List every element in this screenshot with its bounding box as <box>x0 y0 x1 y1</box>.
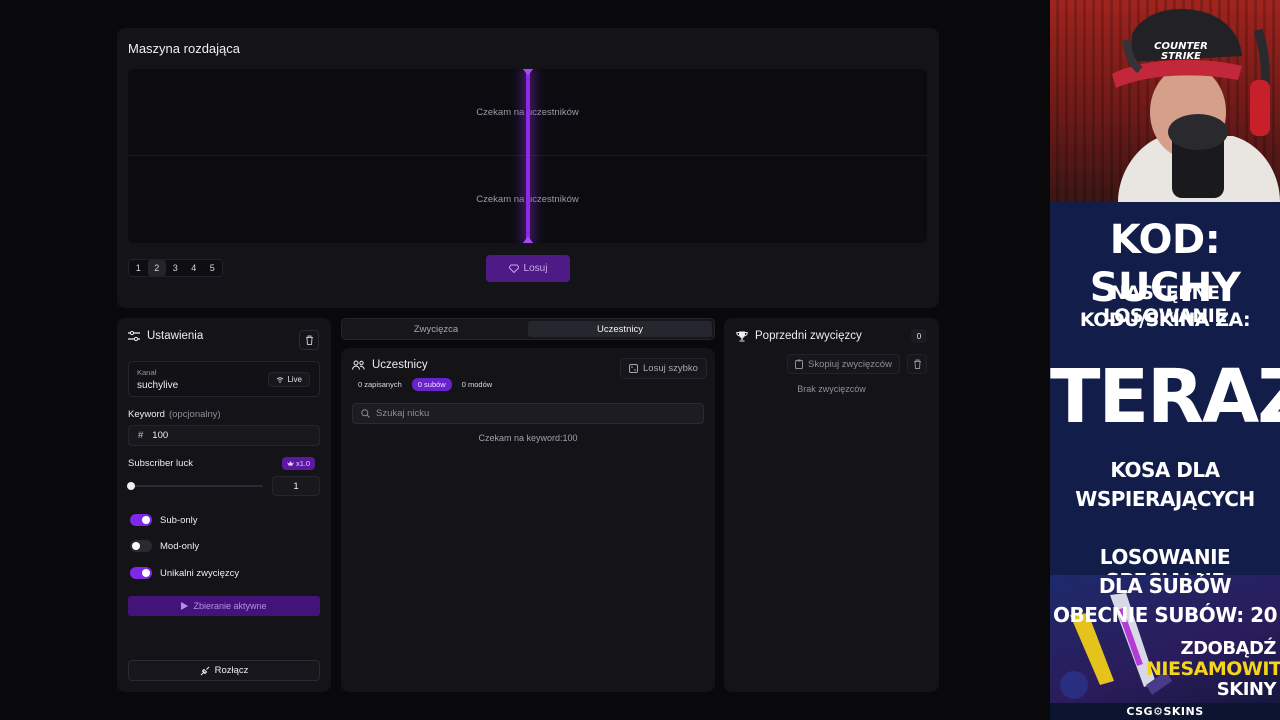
play-icon <box>181 602 189 610</box>
sub-only-label: Sub-only <box>160 514 198 526</box>
next-draw-line2: KODU/SKINA ZA: <box>1079 309 1251 331</box>
machine-title: Maszyna rozdająca <box>128 41 240 56</box>
mod-only-label: Mod-only <box>160 540 200 552</box>
luck-slider-track[interactable] <box>131 485 263 487</box>
trash-icon <box>305 335 313 345</box>
reel-needle <box>526 69 530 243</box>
tab-participants[interactable]: Uczestnicy <box>528 321 712 337</box>
page-button-4[interactable]: 4 <box>185 260 204 276</box>
needle-bottom-icon <box>523 236 533 243</box>
webcam-feed: COUNTER STRIKE <box>1050 0 1280 202</box>
no-winners-text: Brak zwycięzców <box>797 384 866 394</box>
toggle-row-mod-only: Mod-only <box>130 540 199 552</box>
copy-winners-label: Skopiuj zwycięzców <box>808 358 892 370</box>
page: Maszyna rozdająca Czekam na uczestników … <box>0 0 1280 720</box>
collecting-label: Zbieranie aktywne <box>193 601 267 611</box>
keyword-optional-text: (opcjonalny) <box>168 409 221 420</box>
special-draw-line3: OBECNIE SUBÓW: 20 <box>1052 603 1278 627</box>
winners-header: Poprzedni zwycięzcy <box>736 330 862 342</box>
subs-count-badge: 0 subów <box>411 378 452 391</box>
quick-draw-label: Losuj szybko <box>643 363 698 374</box>
search-placeholder: Szukaj nicku <box>376 408 430 419</box>
quick-draw-button[interactable]: Losuj szybko <box>620 358 707 379</box>
disconnect-label: Rozłącz <box>214 665 249 676</box>
center-tabs: Zwycięzca Uczestnicy <box>341 318 715 340</box>
luck-value-input[interactable]: 1 <box>272 476 320 496</box>
winners-title: Poprzedni zwycięzcy <box>755 330 862 342</box>
settings-title: Ustawienia <box>147 330 204 342</box>
luck-label: Subscriber luck <box>128 458 193 469</box>
reel-box: Czekam na uczestników Czekam na uczestni… <box>128 69 927 243</box>
sub-only-toggle[interactable] <box>130 514 152 526</box>
disconnect-button[interactable]: Rozłącz <box>128 660 320 681</box>
winners-count-badge: 0 <box>911 329 927 343</box>
cap-logo: COUNTER STRIKE <box>1154 41 1208 62</box>
draw-button[interactable]: Losuj <box>486 255 570 282</box>
previous-winners-panel: Poprzedni zwycięzcy 0 Skopiuj zwycięzców… <box>724 318 939 692</box>
tab-winner[interactable]: Zwycięzca <box>344 321 528 337</box>
toggle-row-unique-winners: Unikalni zwycięzcy <box>130 567 239 579</box>
participants-panel: Uczestnicy Losuj szybko 0 zapisanych 0 s… <box>341 348 715 692</box>
participants-header: Uczestnicy <box>352 359 428 371</box>
users-icon <box>352 360 365 370</box>
crown-icon <box>287 460 294 466</box>
countdown-text: TERAZ <box>1050 354 1280 440</box>
page-button-1[interactable]: 1 <box>129 260 148 276</box>
special-draw-line2: DLA SUBÓW <box>1098 574 1232 598</box>
waiting-keyword-text: Czekam na keyword:100 <box>478 433 578 443</box>
unique-winners-label: Unikalni zwycięzcy <box>160 567 240 579</box>
saved-count-badge: 0 zapisanych <box>358 380 402 389</box>
page-button-3[interactable]: 3 <box>166 260 185 276</box>
settings-delete-button[interactable] <box>299 330 319 350</box>
diamond-icon <box>508 264 519 273</box>
toggle-row-sub-only: Sub-only <box>130 514 198 526</box>
collecting-active-button[interactable]: Zbieranie aktywne <box>128 596 320 616</box>
nick-search-input[interactable]: Szukaj nicku <box>352 403 704 424</box>
knife-line2: WSPIERAJĄCYCH <box>1075 487 1255 511</box>
unplug-icon <box>200 666 209 675</box>
page-button-5[interactable]: 5 <box>203 260 222 276</box>
live-button[interactable]: Live <box>268 372 310 387</box>
keyword-label-text: Keyword <box>128 409 165 420</box>
channel-label: Kanał <box>137 368 157 377</box>
draw-button-label: Losuj <box>523 263 548 274</box>
wifi-icon <box>276 377 284 383</box>
keyword-input[interactable]: # 100 <box>128 425 320 446</box>
keyword-value: 100 <box>152 430 169 441</box>
participants-title: Uczestnicy <box>372 359 428 371</box>
giveaway-machine-panel: Maszyna rozdająca Czekam na uczestników … <box>117 28 939 308</box>
clipboard-icon <box>795 359 803 369</box>
mods-count-badge: 0 modów <box>461 380 493 389</box>
copy-winners-button[interactable]: Skopiuj zwycięzców <box>787 354 900 374</box>
luck-multiplier-badge: x1.0 <box>282 457 316 470</box>
sliders-icon <box>128 331 140 341</box>
settings-header: Ustawienia <box>128 330 203 342</box>
search-icon <box>361 409 370 418</box>
promo-line3: SKINY <box>1216 679 1277 700</box>
luck-slider-thumb[interactable] <box>127 482 135 490</box>
channel-card: Kanał suchylive Live <box>128 361 320 397</box>
mod-only-toggle[interactable] <box>130 540 152 552</box>
unique-winners-toggle[interactable] <box>130 567 152 579</box>
keyword-label: Keyword (opcjonalny) <box>128 409 221 420</box>
page-button-2[interactable]: 2 <box>147 260 166 276</box>
stream-overlay: COUNTER STRIKE KOD: SUCHY NASTĘPNE LOSOW… <box>1050 0 1280 720</box>
streamer-image <box>1112 9 1280 202</box>
knife-line1: KOSA DLA <box>1110 458 1220 482</box>
live-label: Live <box>287 375 302 384</box>
promo-line1: ZDOBĄDŹ <box>1180 638 1277 659</box>
clear-winners-button[interactable] <box>907 354 927 374</box>
page-selector: 1 2 3 4 5 <box>128 259 223 277</box>
dice-icon <box>629 364 638 373</box>
hash-icon: # <box>138 430 144 441</box>
settings-panel: Ustawienia Kanał suchylive Live Keyword(… <box>117 318 331 692</box>
csgoskins-logo: CSG⚙SKINS <box>1050 703 1280 720</box>
trash-icon <box>913 359 921 369</box>
trophy-icon <box>736 331 748 341</box>
participant-stats: 0 zapisanych 0 subów 0 modów <box>352 378 498 391</box>
luck-badge-text: x1.0 <box>296 459 311 468</box>
channel-value: suchylive <box>137 380 179 391</box>
promo-line2: NIESAMOWITE <box>1146 658 1280 680</box>
needle-top-icon <box>523 69 533 76</box>
